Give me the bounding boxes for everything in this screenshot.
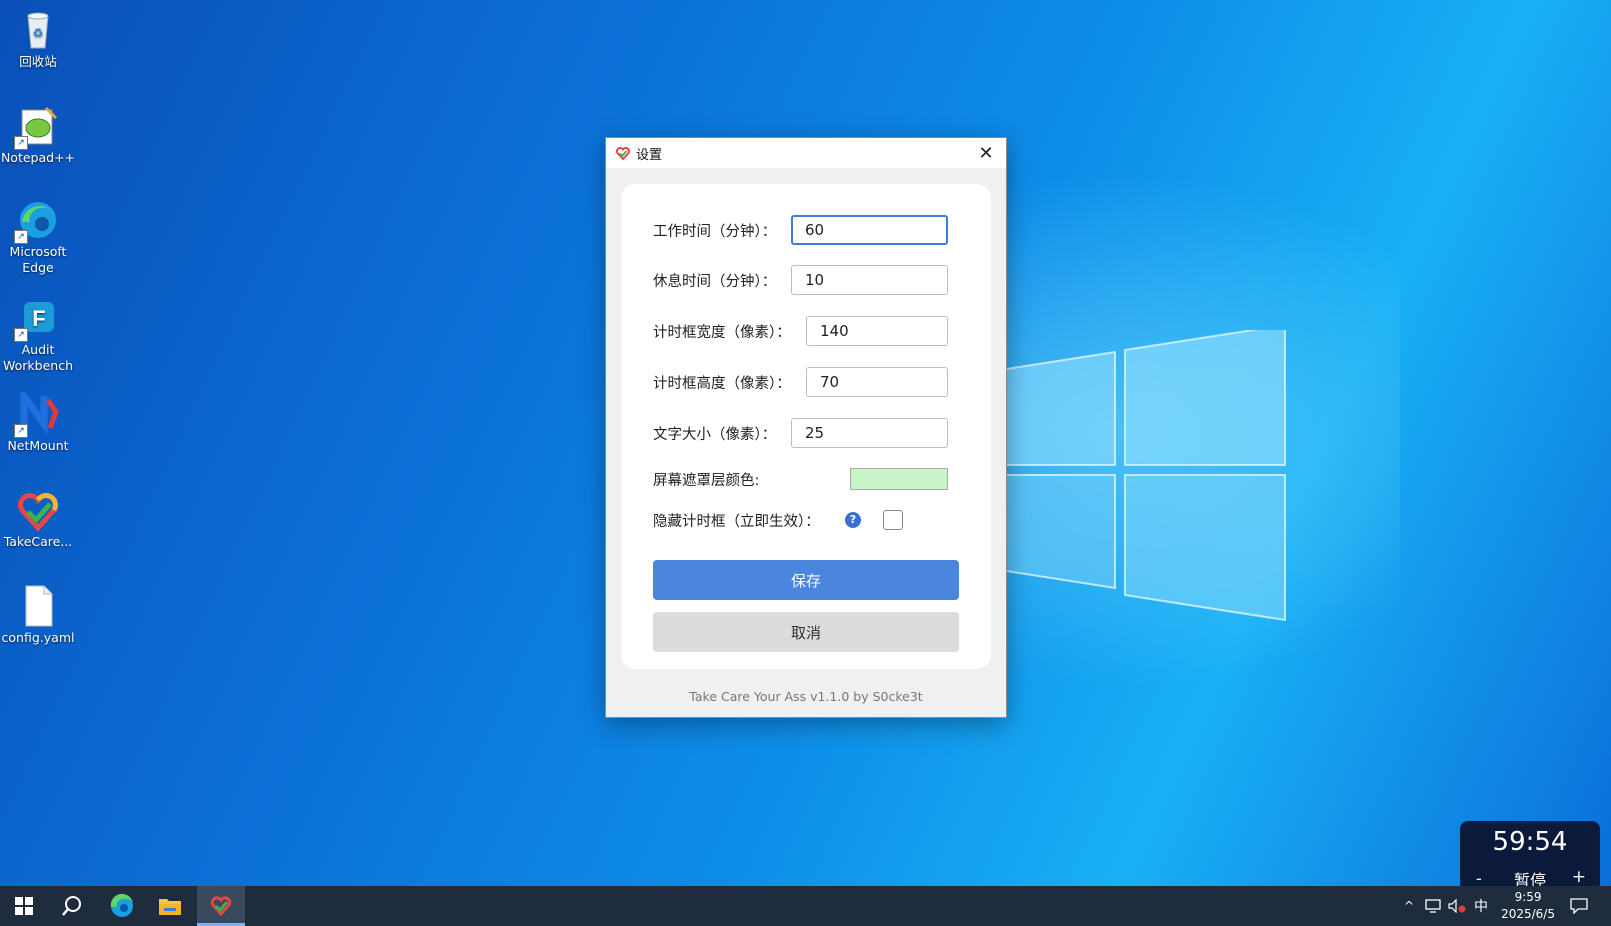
svg-text:F: F (32, 306, 45, 331)
clock-date: 2025/6/5 (1501, 907, 1555, 921)
desktop-icon-label: Microsoft Edge (9, 244, 67, 275)
dialog-titlebar[interactable]: 设置 ✕ (606, 138, 1006, 168)
taskbar-edge[interactable] (98, 886, 146, 926)
input-method-indicator[interactable]: 中 (1474, 896, 1488, 916)
windows-start-icon (15, 897, 33, 915)
desktop-icon-label: NetMount (7, 438, 69, 453)
edge-icon (110, 893, 133, 917)
rest-time-label: 休息时间（分钟）： (653, 273, 777, 290)
shortcut-arrow-icon: ↗ (14, 136, 28, 150)
timer-height-row: 计时框高度（像素）： (653, 366, 791, 398)
search-button[interactable] (48, 886, 96, 926)
work-time-input[interactable]: 60 (791, 215, 948, 245)
mask-color-row: 屏幕遮罩层颜色: (653, 463, 759, 495)
file-icon (16, 584, 60, 628)
search-icon (62, 896, 81, 916)
network-icon[interactable] (1424, 899, 1442, 913)
mask-color-swatch[interactable] (850, 468, 948, 490)
settings-card: 工作时间（分钟）： 60 休息时间（分钟）： 10 计时框宽度（像素）： 140… (621, 184, 991, 669)
desktop-icon-audit-workbench[interactable]: F ↗ Audit Workbench (0, 296, 76, 374)
desktop-icon-label: Audit Workbench (3, 342, 73, 373)
windows-wallpaper-logo (1000, 330, 1286, 622)
desktop-icon-label: Notepad++ (0, 150, 76, 165)
timer-width-input[interactable]: 140 (806, 316, 948, 346)
start-button[interactable] (0, 886, 48, 926)
work-time-row: 工作时间（分钟）： (653, 214, 776, 246)
takecare-heart-icon (16, 488, 60, 532)
taskbar-file-explorer[interactable] (146, 886, 194, 926)
close-button[interactable]: ✕ (966, 138, 1006, 168)
volume-muted-icon[interactable] (1448, 899, 1466, 913)
chevron-up-icon[interactable]: ^ (1398, 899, 1420, 913)
notification-center-button[interactable] (1555, 886, 1603, 926)
folder-icon (159, 899, 181, 915)
taskbar-clock[interactable]: 9:59 2025/6/5 (1501, 889, 1555, 923)
timer-height-label: 计时框高度（像素）： (653, 375, 791, 392)
work-time-label: 工作时间（分钟）： (653, 223, 777, 240)
app-heart-icon (616, 147, 630, 160)
save-button[interactable]: 保存 (653, 560, 959, 600)
desktop-icon-microsoft-edge[interactable]: ↗ Microsoft Edge (0, 198, 76, 276)
desktop-icon-netmount[interactable]: ↗ NetMount (0, 385, 76, 454)
notepad-plus-plus-icon: ↗ (14, 104, 60, 150)
svg-text:♻: ♻ (33, 26, 44, 40)
notification-icon (1570, 898, 1588, 914)
timer-increase-button[interactable]: + (1572, 867, 1586, 887)
desktop-icon-recycle-bin[interactable]: ♻ 回收站 (0, 8, 76, 70)
shortcut-arrow-icon: ↗ (14, 328, 28, 342)
timer-width-label: 计时框宽度（像素）： (653, 324, 791, 341)
system-tray: ^ 中 (1398, 886, 1488, 926)
taskbar: ^ 中 9:59 2025/6/5 (0, 886, 1611, 926)
desktop-icon-label: 回收站 (19, 54, 57, 69)
hide-timer-label: 隐藏计时框（立即生效）： (653, 513, 820, 530)
desktop-icon-takecare[interactable]: TakeCare... (0, 488, 76, 550)
shortcut-arrow-icon: ↗ (14, 424, 28, 438)
desktop-icon-config-yaml[interactable]: config.yaml (0, 584, 76, 646)
font-size-row: 文字大小（像素）： (653, 417, 776, 449)
hide-timer-row: 隐藏计时框（立即生效）： (653, 504, 820, 536)
settings-dialog: 设置 ✕ 工作时间（分钟）： 60 休息时间（分钟）： 10 计时框宽度（像素）… (605, 137, 1007, 718)
font-size-label: 文字大小（像素）： (653, 426, 777, 443)
timer-height-input[interactable]: 70 (806, 367, 948, 397)
timer-widget[interactable]: 59:54 - 暂停 + (1460, 821, 1600, 891)
timer-countdown: 59:54 (1492, 827, 1568, 857)
mask-color-label: 屏幕遮罩层颜色: (653, 472, 760, 489)
cancel-button[interactable]: 取消 (653, 612, 959, 652)
desktop-icon-label: TakeCare... (3, 534, 73, 549)
timer-width-row: 计时框宽度（像素）： (653, 315, 791, 347)
edge-icon: ↗ (14, 198, 60, 244)
rest-time-row: 休息时间（分钟）： (653, 264, 776, 296)
help-icon[interactable]: ? (845, 512, 861, 528)
close-icon: ✕ (978, 142, 994, 164)
dialog-title: 设置 (636, 147, 663, 163)
desktop-icon-label: config.yaml (1, 630, 75, 645)
rest-time-input[interactable]: 10 (791, 265, 948, 295)
shortcut-arrow-icon: ↗ (14, 230, 28, 244)
taskbar-takecare[interactable] (197, 886, 245, 926)
netmount-icon: ↗ (14, 385, 60, 438)
audit-workbench-icon: F ↗ (14, 296, 60, 342)
clock-time: 9:59 (1514, 890, 1542, 904)
desktop-icon-notepad-plus-plus[interactable]: ↗ Notepad++ (0, 104, 76, 166)
recycle-bin-icon: ♻ (16, 8, 60, 52)
hide-timer-checkbox[interactable] (883, 510, 903, 530)
font-size-input[interactable]: 25 (791, 418, 948, 448)
version-footer: Take Care Your Ass v1.1.0 by S0cke3t (689, 689, 923, 704)
takecare-heart-icon (210, 895, 232, 916)
